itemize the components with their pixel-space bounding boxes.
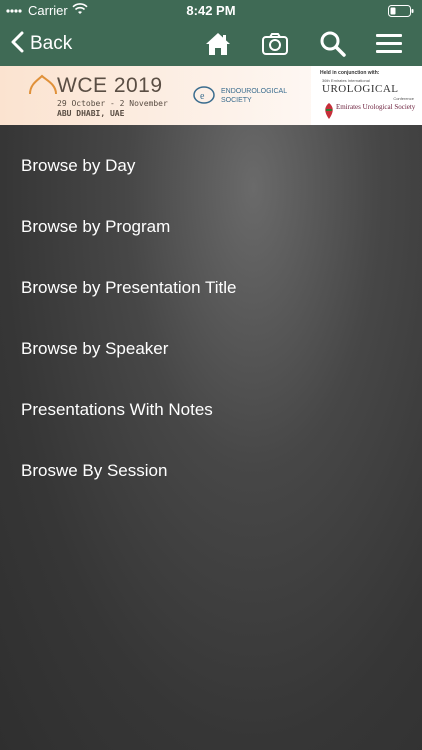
home-icon[interactable]	[203, 29, 233, 59]
society-name: ENDOUROLOGICAL SOCIETY	[221, 88, 287, 104]
back-button[interactable]: Back	[10, 28, 72, 60]
hamburger-menu-icon[interactable]	[374, 29, 404, 59]
urological-society-name: Emirates Urological Society	[336, 103, 416, 111]
status-bar: Carrier 8:42 PM	[0, 0, 422, 22]
svg-text:e: e	[200, 91, 205, 102]
menu-item-browse-by-program[interactable]: Browse by Program	[0, 196, 422, 257]
urological-title: UROLOGICAL	[322, 83, 399, 95]
status-time: 8:42 PM	[186, 3, 236, 18]
search-icon[interactable]	[318, 29, 348, 59]
menu-item-browse-by-speaker[interactable]: Browse by Speaker	[0, 318, 422, 379]
endourological-society-logo: e	[193, 86, 215, 104]
conference-location: ABU DHABI, UAE	[57, 109, 125, 118]
camera-icon[interactable]	[260, 29, 290, 59]
menu-item-browse-by-session[interactable]: Broswe By Session	[0, 440, 422, 501]
conjunction-text: Held in conjunction with:	[320, 70, 380, 76]
menu-item-presentations-with-notes[interactable]: Presentations With Notes	[0, 379, 422, 440]
conference-banner: WCE 2019 29 October - 2 November ABU DHA…	[0, 66, 422, 125]
conference-label: Conference	[393, 96, 414, 101]
chevron-left-icon	[10, 31, 24, 58]
battery-icon	[388, 5, 414, 20]
nav-bar: Back	[0, 22, 422, 66]
browse-menu-panel: Browse by Day Browse by Program Browse b…	[0, 125, 422, 750]
browse-menu-list: Browse by Day Browse by Program Browse b…	[0, 125, 422, 501]
dome-logo-icon	[28, 74, 58, 96]
conference-dates: 29 October - 2 November	[57, 99, 168, 108]
menu-item-browse-by-day[interactable]: Browse by Day	[0, 135, 422, 196]
menu-item-browse-by-presentation-title[interactable]: Browse by Presentation Title	[0, 257, 422, 318]
conference-title: WCE 2019	[57, 74, 163, 97]
urological-society-logo	[322, 102, 336, 120]
back-label: Back	[30, 33, 73, 54]
